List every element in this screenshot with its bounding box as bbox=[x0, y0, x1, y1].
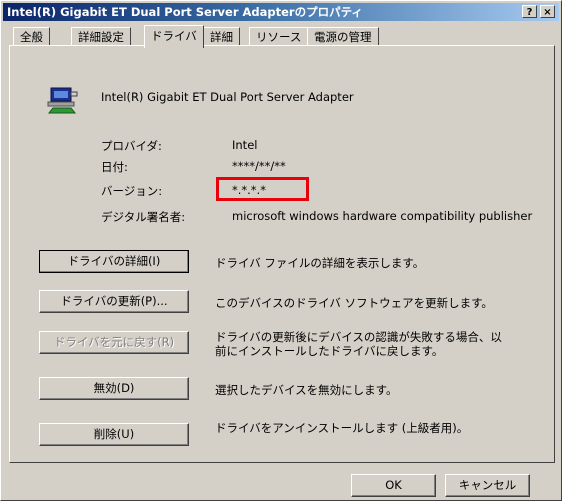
device-name: Intel(R) Gigabit ET Dual Port Server Ada… bbox=[101, 90, 354, 104]
driver-details-description: ドライバ ファイルの詳細を表示します。 bbox=[215, 256, 425, 270]
uninstall-description: ドライバをアンインストールします (上級者用)。 bbox=[215, 421, 469, 435]
tab-advanced[interactable]: 詳細設定 bbox=[71, 27, 131, 46]
roll-back-description-line2: 前にインストールしたドライバに戻します。 bbox=[215, 344, 444, 358]
tab-driver[interactable]: ドライバ bbox=[144, 25, 204, 48]
properties-window: Intel(R) Gigabit ET Dual Port Server Ada… bbox=[0, 0, 562, 501]
disable-button[interactable]: 無効(D) bbox=[39, 377, 189, 400]
close-button[interactable]: × bbox=[540, 5, 555, 18]
network-adapter-icon bbox=[47, 87, 78, 114]
update-driver-button[interactable]: ドライバの更新(P)... bbox=[39, 290, 189, 313]
tab-details[interactable]: 詳細 bbox=[203, 27, 240, 46]
ok-button[interactable]: OK bbox=[351, 474, 436, 497]
date-label: 日付: bbox=[101, 160, 128, 174]
cancel-button[interactable]: キャンセル bbox=[445, 474, 530, 497]
driver-details-button[interactable]: ドライバの詳細(I) bbox=[39, 250, 189, 273]
tab-power-management[interactable]: 電源の管理 bbox=[307, 27, 379, 46]
signer-label: デジタル署名者: bbox=[101, 210, 186, 224]
disable-description: 選択したデバイスを無効にします。 bbox=[215, 383, 398, 397]
roll-back-description-line1: ドライバの更新後にデバイスの認識が失敗する場合、以 bbox=[215, 330, 502, 344]
version-label: バージョン: bbox=[101, 184, 163, 198]
provider-label: プロバイダ: bbox=[101, 139, 162, 153]
roll-back-driver-button[interactable]: ドライバを元に戻す(R) bbox=[39, 331, 189, 354]
provider-value: Intel bbox=[232, 138, 258, 152]
version-highlight-box bbox=[216, 177, 309, 201]
help-button[interactable]: ? bbox=[522, 5, 537, 18]
title-bar[interactable]: Intel(R) Gigabit ET Dual Port Server Ada… bbox=[3, 3, 559, 21]
date-value: ****/**/** bbox=[232, 159, 286, 173]
signer-value: microsoft windows hardware compatibility… bbox=[232, 209, 533, 223]
window-title: Intel(R) Gigabit ET Dual Port Server Ada… bbox=[7, 5, 363, 19]
uninstall-button[interactable]: 削除(U) bbox=[39, 423, 189, 446]
tab-resources[interactable]: リソース bbox=[249, 27, 309, 46]
tab-general[interactable]: 全般 bbox=[13, 27, 50, 46]
update-driver-description: このデバイスのドライバ ソフトウェアを更新します。 bbox=[215, 296, 493, 310]
